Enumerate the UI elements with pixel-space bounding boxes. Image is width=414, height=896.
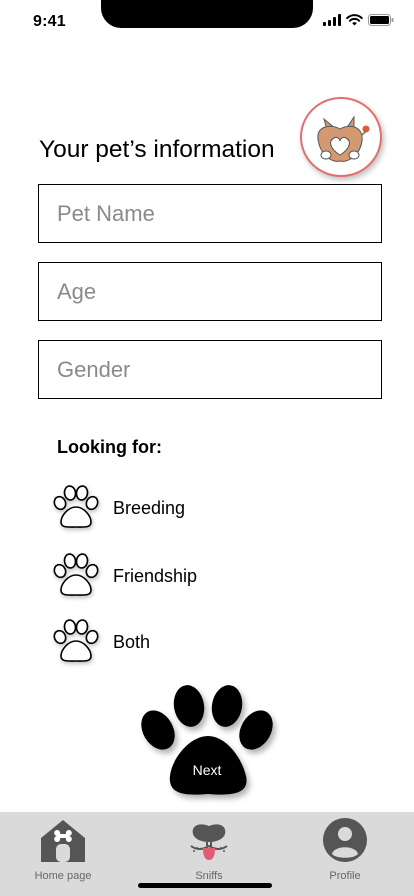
option-both[interactable]: Both (48, 617, 150, 667)
user-circle-icon (323, 818, 367, 862)
option-breeding[interactable]: Breeding (48, 483, 185, 533)
next-button-label: Next (192, 762, 222, 778)
status-bar: 9:41 (0, 0, 414, 44)
notch (101, 0, 313, 28)
corgi-heart-icon (317, 115, 370, 162)
page-title: Your pet’s information (39, 136, 275, 163)
paw-icon (141, 685, 273, 795)
looking-for-label: Looking for: (57, 437, 162, 457)
tab-home-page[interactable]: Home page (13, 818, 113, 882)
gender-input[interactable] (38, 340, 382, 399)
paw-radio-icon (53, 553, 99, 596)
battery-icon (368, 14, 394, 26)
wifi-icon (346, 14, 363, 26)
paw-radio-icon (53, 485, 99, 528)
next-button[interactable]: Next (138, 684, 276, 802)
tab-label: Home page (34, 870, 92, 882)
status-icons (323, 14, 394, 26)
option-friendship[interactable]: Friendship (48, 551, 197, 601)
option-label: Both (113, 631, 151, 652)
option-label: Friendship (113, 565, 198, 586)
cellular-signal-icon (323, 14, 341, 26)
pet-avatar[interactable] (300, 97, 382, 177)
house-icon (41, 820, 85, 862)
dog-nose-icon (190, 824, 228, 860)
age-input[interactable] (38, 262, 382, 321)
tab-sniffs[interactable]: Sniffs (159, 818, 259, 882)
tab-label: Sniffs (195, 870, 223, 882)
tab-label: Profile (329, 870, 361, 882)
home-indicator (138, 883, 272, 888)
option-label: Breeding (113, 497, 186, 518)
paw-radio-icon (53, 619, 99, 662)
tab-profile[interactable]: Profile (295, 818, 395, 882)
status-time: 9:41 (33, 13, 66, 30)
pet-name-input[interactable] (38, 184, 382, 243)
